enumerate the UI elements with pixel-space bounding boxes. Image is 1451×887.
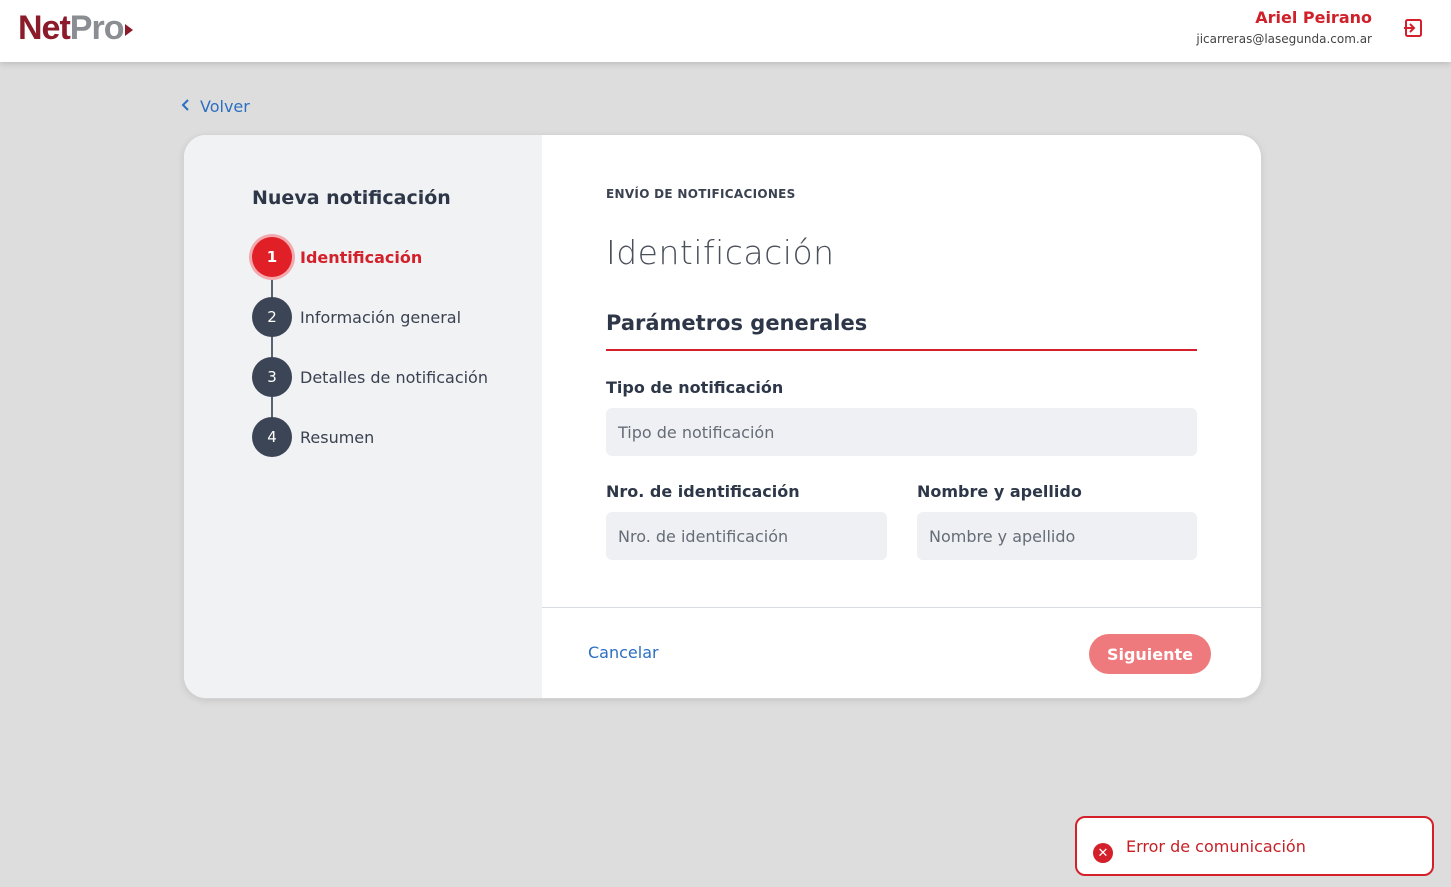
step-number: 2 bbox=[252, 297, 292, 337]
step-resumen[interactable]: 4 Resumen bbox=[252, 417, 374, 457]
wizard-card: Nueva notificación 1 Identificación 2 In… bbox=[184, 135, 1261, 698]
error-circle-icon: ✕ bbox=[1093, 843, 1113, 863]
nro-identificacion-input[interactable]: Nro. de identificación bbox=[606, 512, 887, 560]
step-label: Resumen bbox=[300, 427, 375, 447]
step-number: 1 bbox=[252, 237, 292, 277]
error-toast[interactable]: ✕ Error de comunicación bbox=[1075, 816, 1434, 876]
logo-arrow-icon bbox=[125, 24, 134, 36]
user-name: Ariel Peirano bbox=[1255, 8, 1372, 27]
cancel-button[interactable]: Cancelar bbox=[588, 643, 659, 662]
chevron-left-icon bbox=[180, 97, 192, 116]
tipo-notificacion-select[interactable]: Tipo de notificación bbox=[606, 408, 1197, 456]
step-label: Información general bbox=[300, 307, 462, 327]
top-bar: Net Pro Ariel Peirano jicarreras@lasegund… bbox=[0, 0, 1451, 62]
logo-pro: Pro bbox=[69, 8, 125, 47]
toast-message: Error de comunicación bbox=[1126, 837, 1306, 856]
step-label: Identificación bbox=[300, 247, 423, 267]
logo-net: Net bbox=[18, 8, 71, 47]
user-email: jicarreras@lasegunda.com.ar bbox=[1196, 32, 1372, 46]
nombre-apellido-label: Nombre y apellido bbox=[917, 482, 1082, 501]
step-number: 3 bbox=[252, 357, 292, 397]
page-title: Identificación bbox=[606, 233, 835, 272]
section-divider bbox=[606, 349, 1197, 351]
user-info: Ariel Peirano jicarreras@lasegunda.com.a… bbox=[1196, 8, 1372, 47]
eyebrow-label: ENVÍO DE NOTIFICACIONES bbox=[606, 187, 796, 201]
back-link[interactable]: Volver bbox=[180, 95, 250, 117]
step-detalles-notificacion[interactable]: 3 Detalles de notificación bbox=[252, 357, 488, 397]
form-panel: ENVÍO DE NOTIFICACIONES Identificación P… bbox=[542, 135, 1261, 698]
section-title: Parámetros generales bbox=[606, 311, 868, 335]
step-number: 4 bbox=[252, 417, 292, 457]
tipo-notificacion-label: Tipo de notificación bbox=[606, 378, 784, 397]
stepper-sidebar: Nueva notificación 1 Identificación 2 In… bbox=[184, 135, 542, 698]
nro-identificacion-label: Nro. de identificación bbox=[606, 482, 800, 501]
back-label: Volver bbox=[200, 96, 250, 116]
netpro-logo[interactable]: Net Pro bbox=[18, 8, 134, 48]
next-button[interactable]: Siguiente bbox=[1089, 634, 1211, 674]
nombre-apellido-input[interactable]: Nombre y apellido bbox=[917, 512, 1197, 560]
footer-divider bbox=[542, 607, 1261, 608]
step-label: Detalles de notificación bbox=[300, 367, 488, 387]
sidebar-title: Nueva notificación bbox=[252, 187, 451, 209]
logout-icon[interactable] bbox=[1403, 17, 1425, 39]
step-identificacion[interactable]: 1 Identificación bbox=[252, 237, 422, 277]
step-informacion-general[interactable]: 2 Información general bbox=[252, 297, 461, 337]
